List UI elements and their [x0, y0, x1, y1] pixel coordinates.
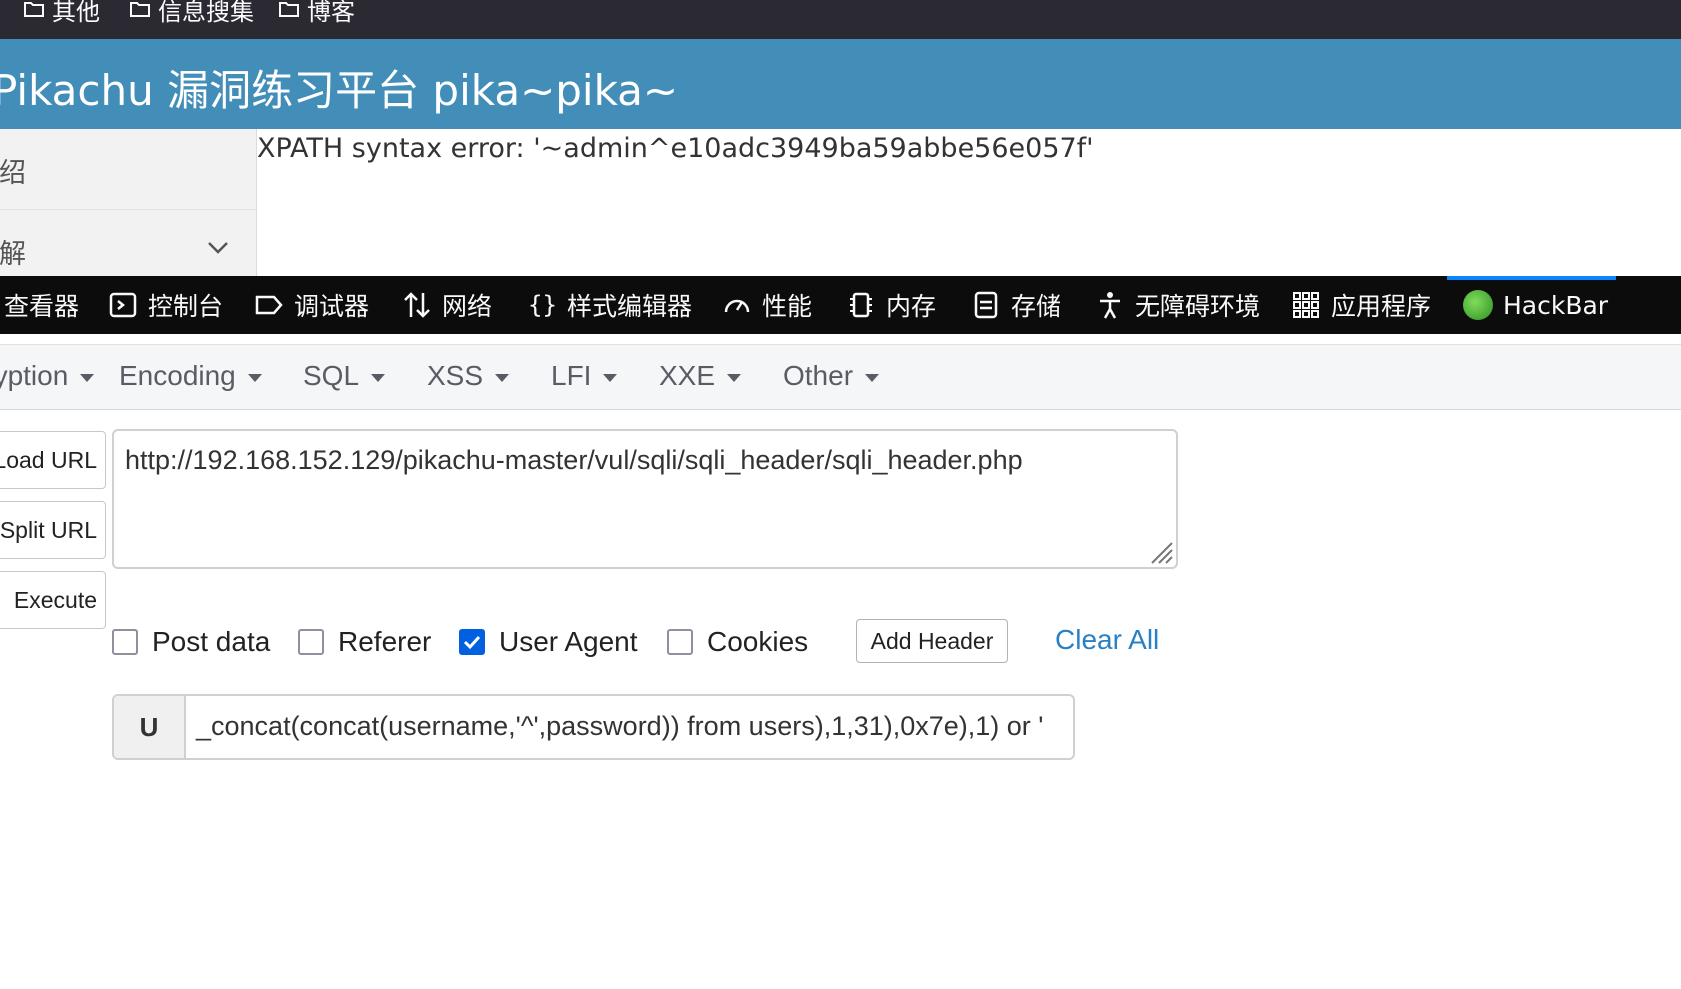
memory-icon — [850, 292, 872, 318]
menu-label: LFI — [551, 360, 592, 391]
option-label: Referer — [338, 626, 432, 657]
url-value: http://192.168.152.129/pikachu-master/vu… — [125, 445, 1023, 475]
caret-down-icon — [603, 374, 618, 382]
tab-label: 存储 — [1011, 292, 1062, 321]
option-label: Post data — [152, 626, 271, 657]
tab-hackbar[interactable]: HackBar — [1447, 276, 1616, 330]
site-header: Pikachu 漏洞练习平台 pika~pika~ — [0, 39, 1681, 129]
tab-memory[interactable]: 内存 — [846, 276, 936, 334]
tab-label: 性能 — [762, 292, 813, 321]
tab-label: 调试器 — [294, 292, 370, 321]
site-title[interactable]: Pikachu 漏洞练习平台 pika~pika~ — [0, 57, 678, 118]
header-prefix-badge: U — [114, 696, 186, 758]
load-url-button[interactable]: Load URL — [0, 431, 106, 489]
bookmark-folder-info-gathering[interactable]: 信息搜集 — [128, 0, 254, 26]
folder-icon — [24, 2, 44, 17]
menu-xss[interactable]: XSS — [427, 360, 510, 392]
menu-encryption[interactable]: Encryption — [0, 360, 95, 392]
sidebar-item-label: 概述了解 — [0, 239, 26, 270]
menu-xxe[interactable]: XXE — [659, 360, 742, 392]
hackbar-menu: Encryption Encoding SQL XSS LFI XXE Othe… — [0, 344, 1681, 410]
tab-network[interactable]: 网络 — [402, 276, 492, 334]
performance-icon — [724, 299, 750, 313]
bookmark-label: 其他 — [52, 0, 100, 26]
tab-storage[interactable]: 存储 — [971, 276, 1061, 334]
menu-label: XXE — [659, 360, 716, 391]
tab-label: 无障碍环境 — [1135, 292, 1261, 321]
folder-icon — [130, 2, 150, 17]
option-label: Cookies — [707, 626, 809, 657]
bookmarks-toolbar: 其他 信息搜集 博客 — [0, 0, 1681, 39]
checkmark-icon — [463, 635, 481, 650]
menu-sql[interactable]: SQL — [303, 360, 386, 392]
user-agent-header-row: U _concat(concat(username,'^',password))… — [112, 694, 1075, 760]
style-editor-icon: {} — [528, 291, 557, 319]
post-data-checkbox[interactable] — [112, 629, 138, 655]
caret-down-icon — [727, 374, 742, 382]
caret-down-icon — [247, 374, 262, 382]
tab-label: 网络 — [442, 292, 493, 321]
hackbar-icon — [1463, 290, 1493, 320]
tab-label: 查看器 — [4, 292, 80, 321]
network-icon — [404, 292, 430, 318]
cookies-option[interactable]: Cookies — [667, 626, 808, 658]
caret-down-icon — [80, 374, 95, 382]
execute-button[interactable]: Execute — [0, 571, 106, 629]
site-sidebar: 系统介绍 概述了解 — [0, 129, 257, 276]
sidebar-item-intro[interactable]: 系统介绍 — [0, 129, 256, 210]
chevron-down-icon — [208, 242, 228, 254]
user-agent-option[interactable]: User Agent — [459, 626, 638, 658]
debugger-icon — [255, 295, 283, 315]
menu-label: SQL — [303, 360, 360, 391]
caret-down-icon — [495, 374, 510, 382]
split-url-button[interactable]: Split URL — [0, 501, 106, 559]
user-agent-input[interactable]: _concat(concat(username,'^',password)) f… — [196, 711, 1043, 742]
post-data-option[interactable]: Post data — [112, 626, 270, 658]
error-message: XPATH syntax error: '~admin^e10adc3949ba… — [257, 133, 1094, 164]
tab-performance[interactable]: 性能 — [722, 276, 812, 334]
caret-down-icon — [865, 374, 880, 382]
user-agent-checkbox[interactable] — [459, 629, 485, 655]
referer-checkbox[interactable] — [298, 629, 324, 655]
application-icon — [1293, 292, 1319, 318]
bookmark-folder-other[interactable]: 其他 — [22, 0, 100, 26]
menu-label: XSS — [427, 360, 484, 391]
sidebar-item-label: 系统介绍 — [0, 158, 26, 189]
accessibility-icon — [1100, 292, 1120, 319]
resize-handle-icon[interactable] — [1144, 535, 1174, 565]
add-header-button[interactable]: Add Header — [856, 619, 1008, 663]
folder-icon — [279, 2, 299, 17]
tab-inspector[interactable]: 查看器 — [0, 276, 79, 334]
menu-lfi[interactable]: LFI — [551, 360, 618, 392]
menu-other[interactable]: Other — [783, 360, 880, 392]
url-textarea[interactable]: http://192.168.152.129/pikachu-master/vu… — [112, 429, 1178, 569]
bookmark-label: 博客 — [307, 0, 355, 26]
bookmark-folder-blog[interactable]: 博客 — [277, 0, 355, 26]
tab-accessibility[interactable]: 无障碍环境 — [1095, 276, 1260, 334]
tab-application[interactable]: 应用程序 — [1291, 276, 1431, 334]
clear-all-link[interactable]: Clear All — [1055, 624, 1159, 656]
menu-label: Encoding — [119, 360, 236, 391]
devtools-toolbar: 查看器 控制台 调试器 网络 {} 样式编辑器 性能 内存 存储 无障碍环境 应 — [0, 276, 1681, 334]
menu-encoding[interactable]: Encoding — [119, 360, 262, 392]
tab-label: HackBar — [1503, 290, 1609, 320]
option-label: User Agent — [499, 626, 638, 657]
tab-label: 应用程序 — [1331, 292, 1432, 321]
referer-option[interactable]: Referer — [298, 626, 431, 658]
tab-label: 样式编辑器 — [567, 292, 693, 321]
menu-label: Other — [783, 360, 854, 391]
caret-down-icon — [371, 374, 386, 382]
sidebar-item-overview[interactable]: 概述了解 — [0, 210, 256, 276]
svg-text:{}: {} — [528, 291, 557, 319]
tab-console[interactable]: 控制台 — [108, 276, 223, 334]
tab-label: 内存 — [886, 292, 937, 321]
tab-debugger[interactable]: 调试器 — [254, 276, 369, 334]
tab-style-editor[interactable]: {} 样式编辑器 — [527, 276, 692, 334]
tab-label: 控制台 — [148, 292, 224, 321]
cookies-checkbox[interactable] — [667, 629, 693, 655]
console-icon — [109, 292, 137, 318]
storage-icon — [974, 291, 998, 319]
menu-label: Encryption — [0, 360, 69, 391]
bookmark-label: 信息搜集 — [158, 0, 254, 26]
